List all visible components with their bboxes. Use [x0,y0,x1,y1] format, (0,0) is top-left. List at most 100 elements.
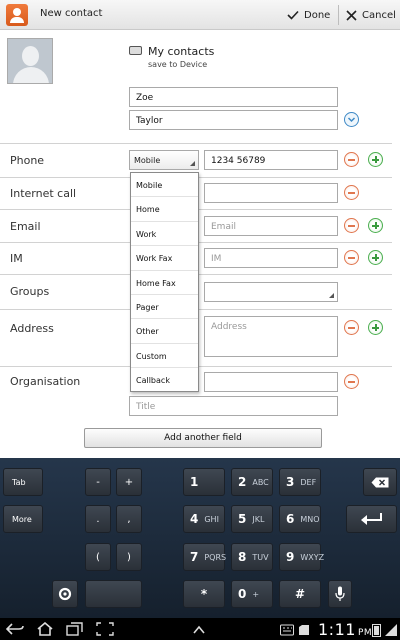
contacts-app-icon [6,4,28,26]
remove-internet-call-button[interactable] [344,185,359,200]
numeric-keyboard: Tab - + 1 2 ABC 3 DEF More . , 4 GHI 5 JKL 6… [0,458,400,618]
address-label: Address [10,322,54,335]
dropdown-option[interactable]: Work Fax [131,246,198,271]
organisation-label: Organisation [10,375,81,388]
company-field[interactable] [204,372,338,392]
internet-call-label: Internet call [10,187,77,200]
key-more[interactable]: More [3,505,43,533]
key-comma[interactable]: , [116,505,142,533]
key-3[interactable]: 3 DEF [279,468,321,496]
remove-im-button[interactable] [344,250,359,265]
phone-account-icon [129,46,142,55]
remove-email-button[interactable] [344,218,359,233]
dropdown-option[interactable]: Callback [131,368,198,392]
key-hash[interactable]: # [279,580,321,608]
clock-ampm: PM [357,628,373,638]
key-plus[interactable]: + [116,468,142,496]
dropdown-option[interactable]: Other [131,319,198,344]
key-6[interactable]: 6 MNO [279,505,321,533]
storage-indicator-icon [299,625,309,635]
screenshot-icon[interactable] [96,622,114,636]
add-another-field-button[interactable]: Add another field [84,428,322,448]
dropdown-option[interactable]: Home [131,197,198,222]
key-enter[interactable] [346,505,397,533]
key-voice[interactable] [328,580,352,608]
account-name: My contacts [148,45,215,58]
add-phone-button[interactable] [368,152,383,167]
checkmark-icon [287,10,299,20]
key-5[interactable]: 5 JKL [231,505,273,533]
key-8[interactable]: 8 TUV [231,543,273,571]
key-9[interactable]: 9 WXYZ [279,543,324,571]
key-7[interactable]: 7 PQRS [183,543,226,571]
dropdown-option[interactable]: Home Fax [131,271,198,295]
battery-icon [372,624,381,637]
phone-label: Phone [10,154,45,167]
dropdown-option[interactable]: Pager [131,295,198,320]
cancel-button[interactable]: Cancel [346,6,396,24]
enter-icon [360,513,382,525]
dropdown-corner-icon [329,293,334,298]
dropdown-option[interactable]: Mobile [131,173,198,198]
page-title: New contact [40,8,103,19]
key-backspace[interactable] [363,468,397,496]
key-dot[interactable]: . [85,505,111,533]
groups-select[interactable] [204,282,338,302]
phone-type-select[interactable]: Mobile [129,150,199,170]
chevron-up-icon[interactable] [190,623,208,637]
chevron-down-icon [347,117,356,123]
address-field[interactable]: Address [204,316,338,357]
key-space[interactable] [85,580,142,608]
key-minus[interactable]: - [85,468,111,496]
remove-address-button[interactable] [344,320,359,335]
account-subtitle: save to Device [148,60,208,69]
recent-apps-icon[interactable] [66,622,84,636]
job-title-field[interactable]: Title [129,396,338,416]
add-address-button[interactable] [368,320,383,335]
dropdown-option[interactable]: Work [131,222,198,247]
groups-label: Groups [10,285,50,298]
key-settings[interactable] [52,580,78,608]
first-name-field[interactable]: Zoe [129,87,338,107]
add-email-button[interactable] [368,218,383,233]
clock: 1:11 PM [318,620,372,639]
backspace-icon [371,477,389,487]
phone-type-dropdown: Mobile Home Work Work Fax Home Fax Pager… [130,172,199,392]
phone-number-field[interactable]: 1234 56789 [204,150,338,170]
key-1[interactable]: 1 [183,468,225,496]
divider [0,143,392,144]
done-button[interactable]: Done [287,6,330,24]
done-label: Done [304,9,331,21]
key-0[interactable]: 0 + [231,580,273,608]
key-close-paren[interactable]: ) [116,543,142,571]
remove-phone-button[interactable] [344,152,359,167]
home-icon[interactable] [36,622,54,636]
expand-name-button[interactable] [344,112,359,127]
email-field[interactable]: Email [204,216,338,236]
divider [338,5,339,25]
remove-organisation-button[interactable] [344,374,359,389]
key-star[interactable]: * [183,580,225,608]
cancel-label: Cancel [362,9,396,21]
phone-type-value: Mobile [134,156,161,165]
settings-gear-icon [58,587,72,601]
key-tab[interactable]: Tab [3,468,43,496]
microphone-icon [335,586,345,601]
im-label: IM [10,252,23,265]
system-bar: 1:11 PM [0,618,400,640]
key-2[interactable]: 2 ABC [231,468,273,496]
clock-time: 1:11 [318,620,356,639]
add-im-button[interactable] [368,250,383,265]
signal-icon [385,624,397,636]
internet-call-field[interactable] [204,183,338,203]
last-name-field[interactable]: Taylor [129,110,338,130]
back-icon[interactable] [6,622,24,636]
contact-photo[interactable] [7,38,53,84]
dropdown-option[interactable]: Custom [131,344,198,369]
im-field[interactable]: IM [204,248,338,268]
close-icon [346,9,357,21]
action-bar: New contact Done Cancel [0,0,400,30]
key-open-paren[interactable]: ( [85,543,111,571]
key-4[interactable]: 4 GHI [183,505,225,533]
keyboard-indicator-icon [280,624,294,636]
